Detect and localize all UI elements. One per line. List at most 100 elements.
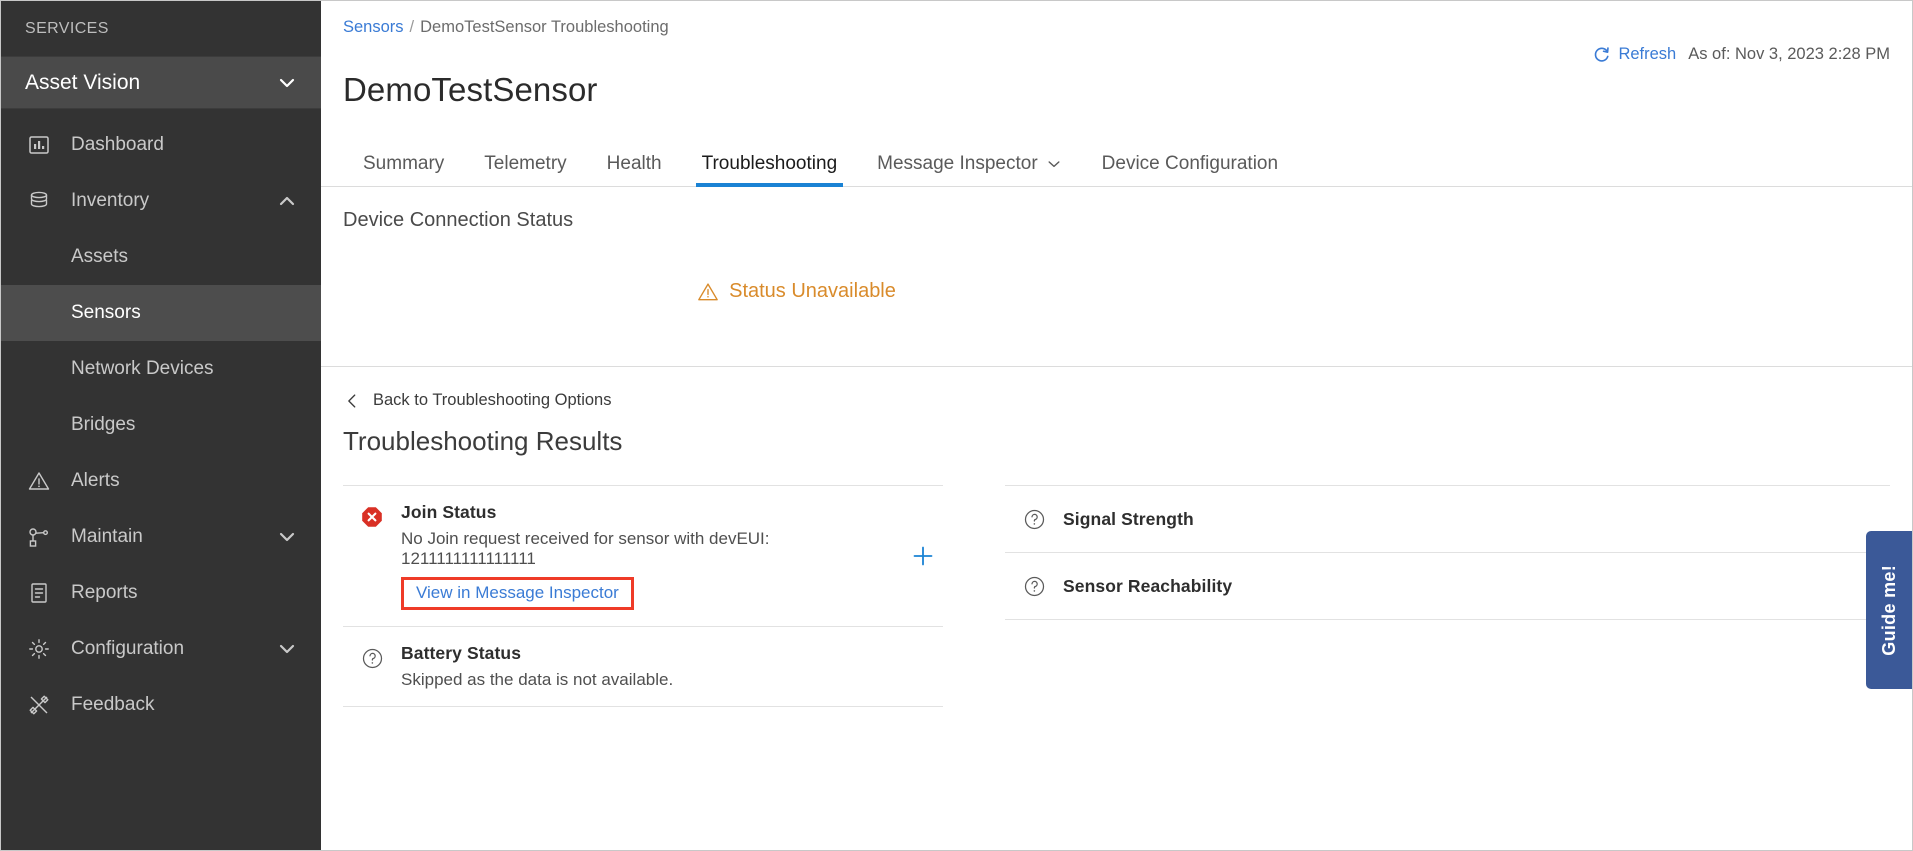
tab-label: Telemetry <box>484 153 567 175</box>
tab-label: Device Configuration <box>1101 153 1279 175</box>
question-circle-icon <box>359 645 385 671</box>
question-circle-icon <box>1021 573 1047 599</box>
chevron-down-icon[interactable] <box>277 527 297 547</box>
sidebar-nav: Dashboard Inventory Assets Sensors Netwo… <box>1 109 321 850</box>
dashboard-icon <box>25 131 53 159</box>
warning-triangle-icon <box>697 281 719 303</box>
sidebar-item-alerts[interactable]: Alerts <box>1 453 321 509</box>
tab-label: Troubleshooting <box>701 153 838 175</box>
sidebar-item-label: Bridges <box>71 414 136 435</box>
sidebar-item-chevron-placeholder <box>277 695 297 715</box>
main-content: Sensors / DemoTestSensor Troubleshooting D… <box>321 1 1912 850</box>
chevron-down-icon <box>1046 156 1062 172</box>
result-description: Skipped as the data is not available. <box>401 670 674 690</box>
result-title: Join Status <box>401 502 497 523</box>
result-row-signal-strength[interactable]: Signal Strength <box>1005 485 1890 552</box>
sidebar-item-label: Reports <box>71 582 138 603</box>
view-in-message-inspector-link[interactable]: View in Message Inspector <box>416 583 619 602</box>
result-row-body: Join Status No Join request received for… <box>401 502 903 611</box>
result-row-battery-status[interactable]: Battery Status Skipped as the data is no… <box>343 626 943 708</box>
title-row: DemoTestSensor Refresh As of: Nov 3, 202… <box>321 37 1912 131</box>
tab-troubleshooting[interactable]: Troubleshooting <box>682 147 858 188</box>
sidebar-item-label: Network Devices <box>71 358 214 379</box>
device-connection-status-heading: Device Connection Status <box>343 209 574 232</box>
database-icon <box>25 187 53 215</box>
breadcrumb-root-link[interactable]: Sensors <box>343 18 404 36</box>
gear-icon <box>25 635 53 663</box>
sidebar-item-bridges[interactable]: Bridges <box>1 397 321 453</box>
tab-summary[interactable]: Summary <box>343 147 464 186</box>
page-title: DemoTestSensor <box>343 71 598 109</box>
feedback-icon <box>25 691 53 719</box>
chevron-left-icon <box>343 392 361 410</box>
result-title: Signal Strength <box>1063 508 1194 529</box>
app-window: SERVICES Asset Vision Dashboard Inventor… <box>0 0 1913 851</box>
sidebar-item-sensors[interactable]: Sensors <box>1 285 321 341</box>
sidebar-item-label: Inventory <box>71 190 150 211</box>
results-left-column: Join Status No Join request received for… <box>343 485 943 708</box>
sidebar-item-label: Configuration <box>71 638 185 659</box>
tab-label: Message Inspector <box>877 153 1038 175</box>
refresh-area: Refresh As of: Nov 3, 2023 2:28 PM <box>1592 45 1890 64</box>
tab-label: Health <box>606 153 662 175</box>
sidebar-item-label: Dashboard <box>71 134 164 155</box>
breadcrumb-current: DemoTestSensor Troubleshooting <box>420 18 669 36</box>
refresh-button[interactable]: Refresh <box>1592 45 1676 64</box>
chevron-down-icon[interactable] <box>277 639 297 659</box>
tab-bar: Summary Telemetry Health Troubleshooting… <box>321 147 1912 188</box>
as-of-timestamp: As of: Nov 3, 2023 2:28 PM <box>1688 45 1890 63</box>
sidebar-item-assets[interactable]: Assets <box>1 229 321 285</box>
status-unavailable-message: Status Unavailable <box>343 280 1890 303</box>
refresh-label: Refresh <box>1618 45 1677 63</box>
sidebar-item-chevron-placeholder <box>277 583 297 603</box>
maintain-icon <box>25 523 53 551</box>
app-switcher[interactable]: Asset Vision <box>1 56 321 109</box>
results-right-column: Signal Strength Sensor Reachability <box>1005 485 1890 707</box>
report-icon <box>25 579 53 607</box>
device-connection-status-section: Device Connection Status Status Unavaila… <box>321 187 1912 368</box>
guide-me-label: Guide me! <box>1878 564 1899 656</box>
sidebar-item-reports[interactable]: Reports <box>1 565 321 621</box>
chevron-down-icon <box>277 73 297 93</box>
sidebar-item-label: Assets <box>71 246 129 267</box>
sidebar-item-chevron-placeholder <box>277 135 297 155</box>
back-link-label: Back to Troubleshooting Options <box>373 391 612 410</box>
sidebar-item-inventory[interactable]: Inventory <box>1 173 321 229</box>
result-row-body: Sensor Reachability <box>1063 576 1890 597</box>
tab-label: Summary <box>363 153 445 175</box>
tab-health[interactable]: Health <box>587 147 682 186</box>
sidebar-item-label: Maintain <box>71 526 143 547</box>
sidebar-item-feedback[interactable]: Feedback <box>1 677 321 733</box>
sidebar-item-network-devices[interactable]: Network Devices <box>1 341 321 397</box>
alert-triangle-icon <box>25 467 53 495</box>
services-label-text: SERVICES <box>25 19 109 37</box>
refresh-icon <box>1592 45 1611 64</box>
breadcrumb: Sensors / DemoTestSensor Troubleshooting <box>321 1 1912 37</box>
sidebar-item-label: Feedback <box>71 694 155 715</box>
result-title: Sensor Reachability <box>1063 575 1233 596</box>
breadcrumb-separator: / <box>409 18 415 36</box>
result-row-body: Signal Strength <box>1063 509 1890 530</box>
tab-device-configuration[interactable]: Device Configuration <box>1082 147 1298 186</box>
error-octagon-icon <box>359 504 385 530</box>
plus-icon[interactable] <box>903 543 943 569</box>
app-switcher-label: Asset Vision <box>25 70 141 94</box>
troubleshooting-results-section: Back to Troubleshooting Options Troubles… <box>321 367 1912 708</box>
tab-telemetry[interactable]: Telemetry <box>464 147 586 186</box>
back-to-troubleshooting-options-link[interactable]: Back to Troubleshooting Options <box>343 391 1890 410</box>
result-row-sensor-reachability[interactable]: Sensor Reachability <box>1005 552 1890 621</box>
sidebar-item-dashboard[interactable]: Dashboard <box>1 117 321 173</box>
result-title: Battery Status <box>401 643 522 664</box>
sidebar: SERVICES Asset Vision Dashboard Inventor… <box>1 1 321 850</box>
guide-me-tab[interactable]: Guide me! <box>1866 531 1912 689</box>
chevron-up-icon[interactable] <box>277 191 297 211</box>
result-row-join-status[interactable]: Join Status No Join request received for… <box>343 485 943 626</box>
sidebar-item-maintain[interactable]: Maintain <box>1 509 321 565</box>
sidebar-item-label: Sensors <box>71 302 141 323</box>
result-row-body: Battery Status Skipped as the data is no… <box>401 643 903 690</box>
result-description: No Join request received for sensor with… <box>401 529 770 569</box>
tab-message-inspector[interactable]: Message Inspector <box>857 147 1082 186</box>
sidebar-item-label: Alerts <box>71 470 120 491</box>
status-unavailable-text: Status Unavailable <box>729 280 896 303</box>
sidebar-item-configuration[interactable]: Configuration <box>1 621 321 677</box>
